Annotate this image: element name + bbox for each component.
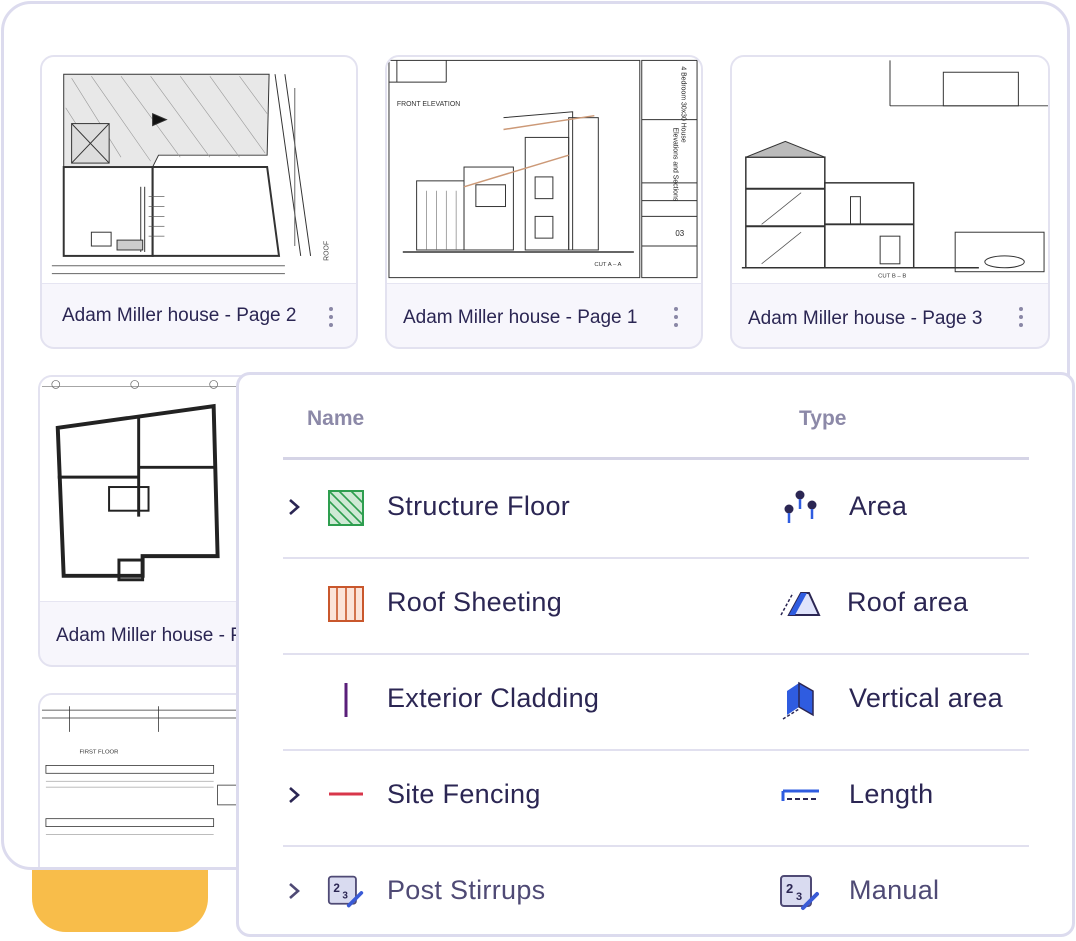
hatch-green-swatch [327,489,365,527]
vertical-area-icon [779,679,821,721]
page-card-label: Adam Miller house - Page 3 [748,308,983,329]
layer-type: Vertical area [849,683,1003,713]
page-card-label: Adam Miller house - P [56,625,243,646]
red-line-swatch [327,777,365,815]
layer-name: Site Fencing [387,779,541,809]
sheet-title-2: Elevations and Sections [671,128,678,202]
layer-row-post-stirrups[interactable]: 2 3 Post Stirrups 2 3 Manual [283,845,1029,941]
svg-text:3: 3 [796,891,802,903]
section-drawing: CUT B – B [741,60,1048,280]
first-floor-label: FIRST FLOOR [79,750,118,756]
page-card-1[interactable]: FRONT ELEVATION CUT A – A 4 Bedroom 30x3… [385,55,703,349]
layer-row-exterior-cladding[interactable]: Exterior Cladding Vertical area [283,653,1029,751]
page-thumbnail: FRONT ELEVATION CUT A – A 4 Bedroom 30x3… [387,57,701,284]
layer-type: Length [849,779,934,809]
page-card-label: Adam Miller house - Page 2 [62,305,297,326]
chevron-right-icon[interactable] [283,880,305,902]
layer-name: Structure Floor [387,491,571,521]
page-card-label: Adam Miller house - Page 1 [403,307,638,328]
more-options-icon[interactable] [673,307,679,327]
elevation-drawing: FRONT ELEVATION CUT A – A 4 Bedroom 30x3… [388,59,698,279]
manual-count-icon: 2 3 [779,871,821,913]
more-options-icon[interactable] [328,307,334,327]
layer-name: Roof Sheeting [387,587,563,617]
sheet-number: 03 [675,229,684,238]
cut-b-label: CUT B – B [878,274,906,280]
layer-row-roof-sheeting[interactable]: Roof Sheeting Roof area [283,557,1029,655]
column-header-name[interactable]: Name [307,407,364,431]
floor-plan-drawing: ROOF [51,73,330,275]
page-card-3[interactable]: CUT B – B Adam Miller house - Page 3 [730,55,1050,349]
count-manual-swatch: 2 3 [327,873,365,911]
vertical-lines-orange-swatch [327,585,365,623]
purple-line-swatch [327,681,365,719]
svg-text:2: 2 [333,882,340,895]
layer-row-structure-floor[interactable]: Structure Floor Area [283,461,1029,559]
front-elevation-label: FRONT ELEVATION [397,101,460,108]
layer-type: Roof area [847,587,969,617]
svg-text:2: 2 [786,881,793,896]
layer-type: Manual [849,875,940,905]
chevron-right-icon[interactable] [283,496,305,518]
page-thumbnail: CUT B – B [732,57,1048,284]
sheet-title-1: 4 Bedroom 30x30 House [679,66,686,143]
svg-text:3: 3 [342,890,348,901]
page-card-2[interactable]: ROOF Adam Miller house - Page 2 [40,55,358,349]
layer-type: Area [849,491,908,521]
roof-area-icon [779,583,821,625]
layer-name: Post Stirrups [387,875,546,905]
header-divider [283,457,1029,460]
cut-a-label: CUT A – A [594,262,621,268]
layer-row-site-fencing[interactable]: Site Fencing Length [283,749,1029,847]
roof-label: ROOF [323,241,330,261]
more-options-icon[interactable] [1018,307,1024,327]
takeoff-layers-panel: Name Type Structure Floor Area Roof Shee… [236,372,1075,937]
layer-name: Exterior Cladding [387,683,600,713]
area-pins-icon [779,487,821,529]
column-header-type[interactable]: Type [799,407,846,431]
chevron-right-icon[interactable] [283,784,305,806]
length-icon [779,775,821,817]
page-thumbnail: ROOF [42,57,356,284]
